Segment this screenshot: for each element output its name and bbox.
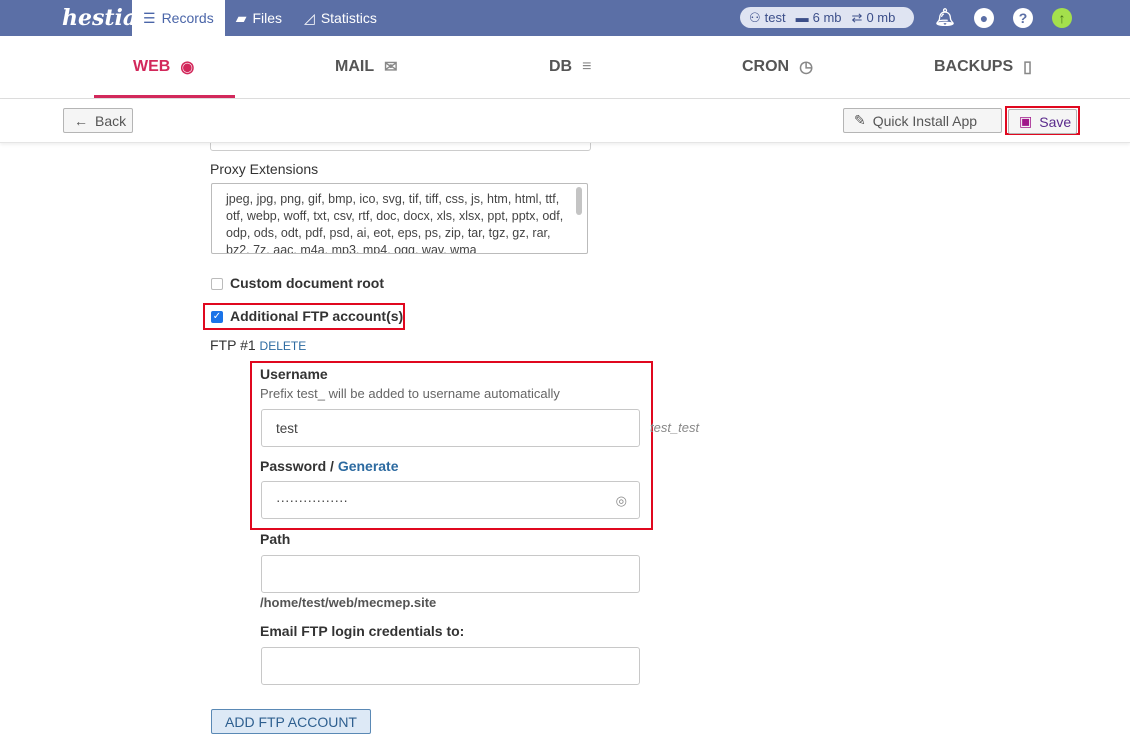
custom-docroot-checkbox[interactable]	[211, 278, 223, 290]
user-icon[interactable]: ●	[974, 8, 994, 28]
transfer-icon: ⇄	[851, 9, 863, 25]
tab-cron[interactable]: CRON ◷	[742, 36, 813, 98]
help-icon[interactable]: ?	[1013, 8, 1033, 28]
textarea-scrollbar[interactable]	[576, 187, 582, 215]
tab-db[interactable]: DB ≡	[549, 36, 591, 98]
password-label-text: Password /	[260, 458, 334, 474]
usage-disk: 6 mb	[812, 10, 842, 25]
nav-files[interactable]: ▰ Files	[225, 0, 293, 36]
tab-cron-label: CRON	[742, 58, 790, 75]
database-icon: ≡	[582, 58, 592, 75]
back-label: Back	[95, 112, 127, 129]
username-hint: Prefix test_ will be added to username a…	[260, 386, 560, 401]
usage-bandwidth: 0 mb	[866, 10, 896, 25]
password-label: Password / Generate	[260, 458, 399, 474]
hdd-icon: ▬	[795, 10, 809, 25]
username-label: Username	[260, 366, 328, 382]
quick-install-button[interactable]: ✎ Quick Install App	[843, 108, 1002, 133]
toolbar: ← Back ✎ Quick Install App ▣ Save	[0, 99, 1130, 143]
path-label: Path	[260, 531, 291, 547]
update-icon[interactable]: ↑	[1052, 8, 1072, 28]
proxy-extensions-label: Proxy Extensions	[210, 161, 319, 177]
additional-ftp-label: Additional FTP account(s)	[230, 308, 404, 324]
path-input[interactable]	[261, 555, 640, 593]
tab-backups[interactable]: BACKUPS ▯	[934, 36, 1032, 98]
section-tabs: WEB ◉ MAIL ✉ DB ≡ CRON ◷ BACKUPS ▯	[0, 36, 1130, 99]
clock-icon: ◷	[799, 59, 814, 76]
quick-install-label: Quick Install App	[872, 112, 978, 129]
previous-field[interactable]	[210, 143, 591, 151]
ftp-delete-link[interactable]: DELETE	[260, 339, 307, 353]
hestia-logo[interactable]: hestia	[0, 0, 137, 36]
usage-user: test	[764, 10, 786, 25]
magic-wand-icon: ✎	[854, 112, 866, 128]
bell-icon[interactable]: 🔔︎	[934, 8, 956, 28]
active-tab-indicator	[94, 95, 235, 98]
eye-slash-icon[interactable]: ◎	[616, 493, 627, 509]
tab-backups-label: BACKUPS	[934, 58, 1014, 75]
mail-icon: ✉	[384, 59, 398, 76]
username-preview: test_test	[650, 420, 700, 435]
usage-badge: ⚇ test ▬ 6 mb ⇄ 0 mb	[740, 7, 914, 28]
save-label: Save	[1039, 113, 1072, 130]
nav-records-label: Records	[161, 10, 214, 26]
binoculars-icon: ⚇	[749, 9, 761, 25]
password-value: ················	[276, 492, 348, 508]
save-button[interactable]: ▣ Save	[1008, 109, 1077, 134]
nav-statistics[interactable]: ◿ Statistics	[293, 0, 388, 36]
top-nav: ☰ Records ▰ Files ◿ Statistics	[132, 0, 388, 36]
globe-icon: ◉	[180, 59, 195, 76]
username-input[interactable]: test	[261, 409, 640, 447]
custom-docroot-label: Custom document root	[230, 275, 384, 291]
nav-records[interactable]: ☰ Records	[132, 0, 225, 36]
nav-statistics-label: Statistics	[320, 10, 377, 26]
ftp-number: FTP #1	[210, 337, 256, 353]
back-button[interactable]: ← Back	[63, 108, 133, 133]
form-content: Proxy Extensions jpeg, jpg, png, gif, bm…	[0, 143, 1130, 737]
additional-ftp-checkbox[interactable]: ✓	[211, 311, 223, 323]
tab-db-label: DB	[549, 58, 573, 75]
password-input[interactable]: ················ ◎	[261, 481, 640, 519]
tab-web-label: WEB	[133, 58, 171, 75]
tab-mail-label: MAIL	[335, 58, 375, 75]
chart-icon: ◿	[304, 9, 315, 26]
top-bar: hestia ☰ Records ▰ Files ◿ Statistics ⚇ t…	[0, 0, 1130, 36]
ftp-section-title: FTP #1 DELETE	[210, 337, 306, 353]
path-hint: /home/test/web/mecmep.site	[260, 595, 437, 610]
generate-password-link[interactable]: Generate	[338, 458, 399, 474]
email-label: Email FTP login credentials to:	[260, 623, 465, 639]
top-icons: 🔔︎ ● ? ↑	[934, 8, 1072, 28]
arrow-left-icon: ←	[74, 112, 88, 129]
tab-mail[interactable]: MAIL ✉	[335, 36, 398, 98]
nav-files-label: Files	[252, 10, 283, 26]
add-ftp-account-button[interactable]: ADD FTP ACCOUNT	[211, 709, 371, 734]
file-archive-icon: ▯	[1023, 59, 1032, 76]
tab-web[interactable]: WEB ◉	[133, 36, 194, 98]
folder-icon: ▰	[235, 9, 247, 26]
floppy-icon: ▣	[1019, 113, 1033, 129]
list-icon: ☰	[143, 9, 156, 26]
proxy-extensions-textarea[interactable]: jpeg, jpg, png, gif, bmp, ico, svg, tif,…	[211, 183, 588, 254]
email-input[interactable]	[261, 647, 640, 685]
